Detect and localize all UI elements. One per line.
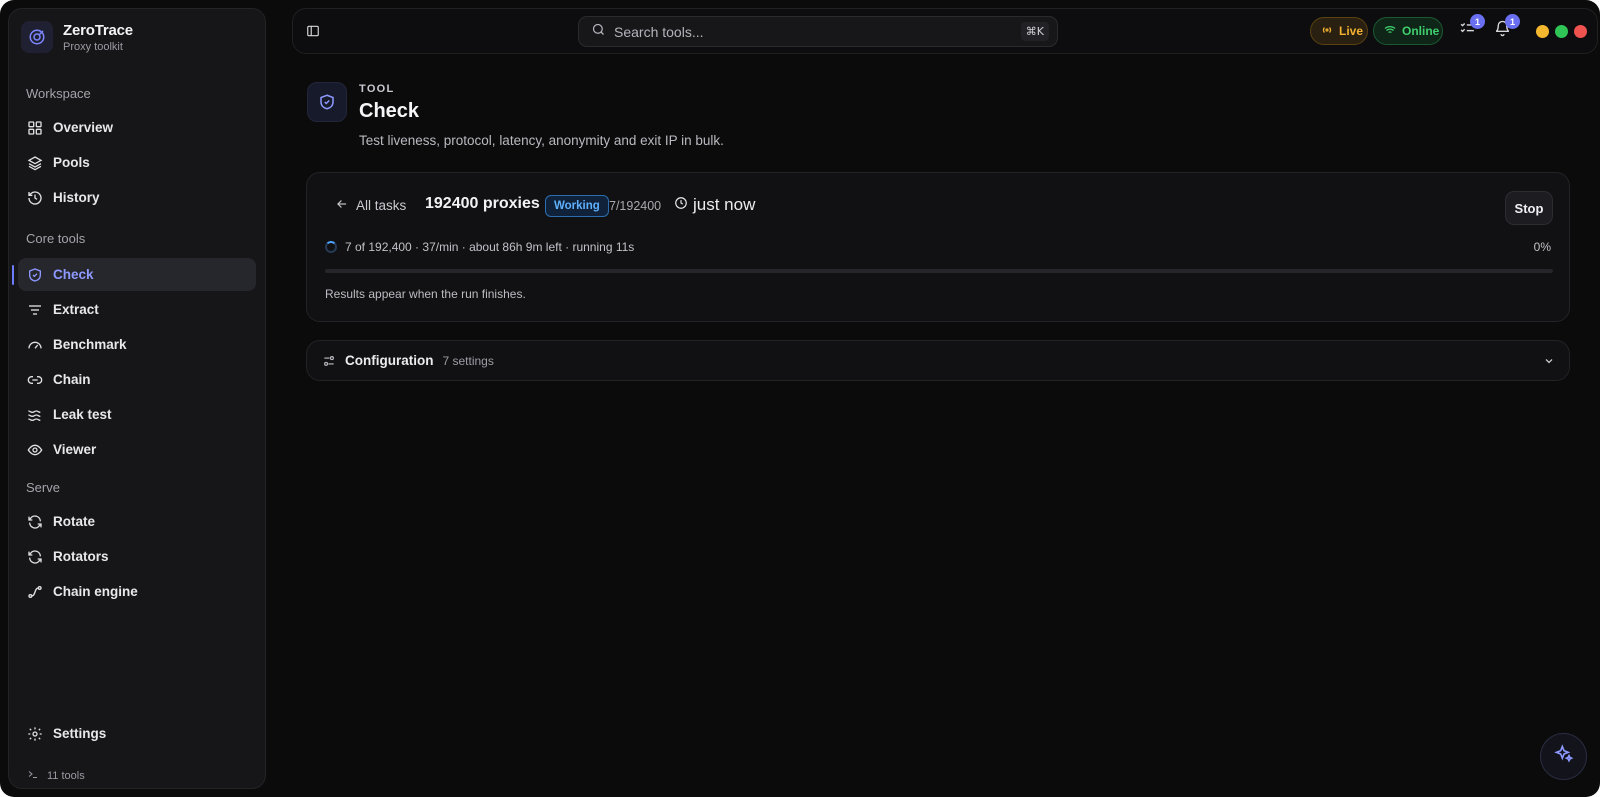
sidebar-item-history[interactable]: History xyxy=(18,181,256,214)
notifications-button[interactable]: 1 xyxy=(1491,14,1520,42)
search-input[interactable]: Search tools... ⌘K xyxy=(578,16,1058,47)
link-icon xyxy=(26,371,43,388)
sparkles-icon xyxy=(1553,744,1574,769)
maximize-window-button[interactable] xyxy=(1555,25,1568,38)
sidebar-item-label: Leak test xyxy=(53,407,112,422)
all-tasks-link[interactable]: All tasks xyxy=(335,197,406,214)
search-placeholder: Search tools... xyxy=(614,23,704,40)
sliders-icon xyxy=(322,354,336,368)
sidebar-item-rotate[interactable]: Rotate xyxy=(18,505,256,538)
sidebar-item-label: Viewer xyxy=(53,442,97,457)
sidebar-item-label: Chain engine xyxy=(53,584,138,599)
sidebar-item-label: Rotate xyxy=(53,514,96,529)
filter-icon xyxy=(26,301,43,318)
configuration-count: 7 settings xyxy=(442,353,494,368)
route-icon xyxy=(26,583,43,600)
progress-bar xyxy=(325,269,1553,273)
sidebar-item-rotators[interactable]: Rotators xyxy=(18,540,256,573)
sidebar-item-chain[interactable]: Chain xyxy=(18,363,256,396)
arrow-left-icon xyxy=(335,197,349,214)
live-status-pill[interactable]: Live xyxy=(1310,17,1368,45)
status-badge: Working xyxy=(545,195,609,217)
close-window-button[interactable] xyxy=(1574,25,1587,38)
shield-check-icon xyxy=(26,266,43,283)
search-shortcut: ⌘K xyxy=(1020,22,1049,41)
sidebar-item-label: Benchmark xyxy=(53,337,127,352)
sidebar-item-benchmark[interactable]: Benchmark xyxy=(18,328,256,361)
progress-text: 7 of 192,400 · 37/min · about 86h 9m lef… xyxy=(345,240,635,254)
sidebar-toggle-icon[interactable] xyxy=(303,21,323,41)
all-tasks-label: All tasks xyxy=(356,198,407,213)
page-title: Check xyxy=(359,100,420,122)
results-note: Results appear when the run finishes. xyxy=(325,287,526,301)
progress-status: 7 of 192,400 · 37/min · about 86h 9m lef… xyxy=(325,240,634,254)
sidebar: ZeroTrace Proxy toolkit Workspace Overvi… xyxy=(8,8,266,789)
sidebar-item-settings[interactable]: Settings xyxy=(18,717,256,750)
progress-percent: 0% xyxy=(1533,240,1551,254)
sidebar-item-label: Extract xyxy=(53,302,99,317)
sidebar-item-chain-engine[interactable]: Chain engine xyxy=(18,575,256,608)
layers-icon xyxy=(26,154,43,171)
tasks-button[interactable]: 1 xyxy=(1456,14,1485,42)
online-status-pill[interactable]: Online xyxy=(1373,17,1443,45)
spinner-icon xyxy=(325,241,337,253)
sidebar-item-label: Overview xyxy=(53,120,114,135)
chevron-down-icon xyxy=(1543,354,1555,372)
app-subtitle: Proxy toolkit xyxy=(63,40,123,53)
sidebar-item-check[interactable]: Check xyxy=(18,258,256,291)
broadcast-icon xyxy=(1321,24,1333,39)
active-indicator xyxy=(12,265,14,285)
minimize-window-button[interactable] xyxy=(1536,25,1549,38)
app-window: ZeroTrace Proxy toolkit Workspace Overvi… xyxy=(0,0,1600,797)
sidebar-item-label: History xyxy=(53,190,100,205)
tool-shield-icon xyxy=(307,82,347,122)
sidebar-item-overview[interactable]: Overview xyxy=(18,111,256,144)
sidebar-item-label: Settings xyxy=(53,726,107,741)
configuration-title: Configuration xyxy=(345,353,434,368)
grid-icon xyxy=(26,119,43,136)
task-count: 7/192400 xyxy=(609,199,662,213)
sidebar-item-label: Pools xyxy=(53,155,90,170)
live-label: Live xyxy=(1339,24,1364,38)
app-name: ZeroTrace xyxy=(63,21,133,39)
brand[interactable]: ZeroTrace Proxy toolkit xyxy=(21,21,133,53)
section-label-workspace: Workspace xyxy=(26,86,91,101)
tasks-badge: 1 xyxy=(1470,14,1485,29)
sidebar-item-viewer[interactable]: Viewer xyxy=(18,433,256,466)
task-title: 192400 proxies xyxy=(425,195,540,212)
eye-icon xyxy=(26,441,43,458)
brand-logo-icon xyxy=(21,21,53,53)
online-label: Online xyxy=(1402,24,1440,38)
sidebar-item-leak-test[interactable]: Leak test xyxy=(18,398,256,431)
search-icon xyxy=(591,22,606,42)
notifications-badge: 1 xyxy=(1505,14,1520,29)
stop-button[interactable]: Stop xyxy=(1505,191,1553,225)
refresh-icon xyxy=(26,513,43,530)
clock-icon xyxy=(674,195,688,215)
section-label-serve: Serve xyxy=(26,480,60,495)
terminal-icon xyxy=(27,768,39,783)
tools-count-label: 11 tools xyxy=(47,769,85,782)
sidebar-item-label: Check xyxy=(53,267,94,282)
tool-kicker: TOOL xyxy=(359,83,395,95)
section-label-core-tools: Core tools xyxy=(26,231,86,246)
configuration-toggle[interactable]: Configuration 7 settings xyxy=(306,340,1570,381)
ai-assistant-button[interactable] xyxy=(1540,733,1587,780)
task-card: All tasks 192400 proxies Working 7/19240… xyxy=(306,172,1570,322)
sidebar-item-extract[interactable]: Extract xyxy=(18,293,256,326)
tools-count: 11 tools xyxy=(27,768,85,783)
refresh-icon xyxy=(26,548,43,565)
sidebar-item-pools[interactable]: Pools xyxy=(18,146,256,179)
gauge-icon xyxy=(26,336,43,353)
sidebar-item-label: Rotators xyxy=(53,549,109,564)
sidebar-item-label: Chain xyxy=(53,372,91,387)
waves-icon xyxy=(26,406,43,423)
page-description: Test liveness, protocol, latency, anonym… xyxy=(359,133,724,148)
task-time-label: just now xyxy=(693,195,756,214)
history-icon xyxy=(26,189,43,206)
gear-icon xyxy=(26,725,43,742)
task-time: just now xyxy=(674,195,755,215)
topbar: Search tools... ⌘K Live Online 1 1 xyxy=(292,8,1598,54)
wifi-icon xyxy=(1384,24,1396,39)
